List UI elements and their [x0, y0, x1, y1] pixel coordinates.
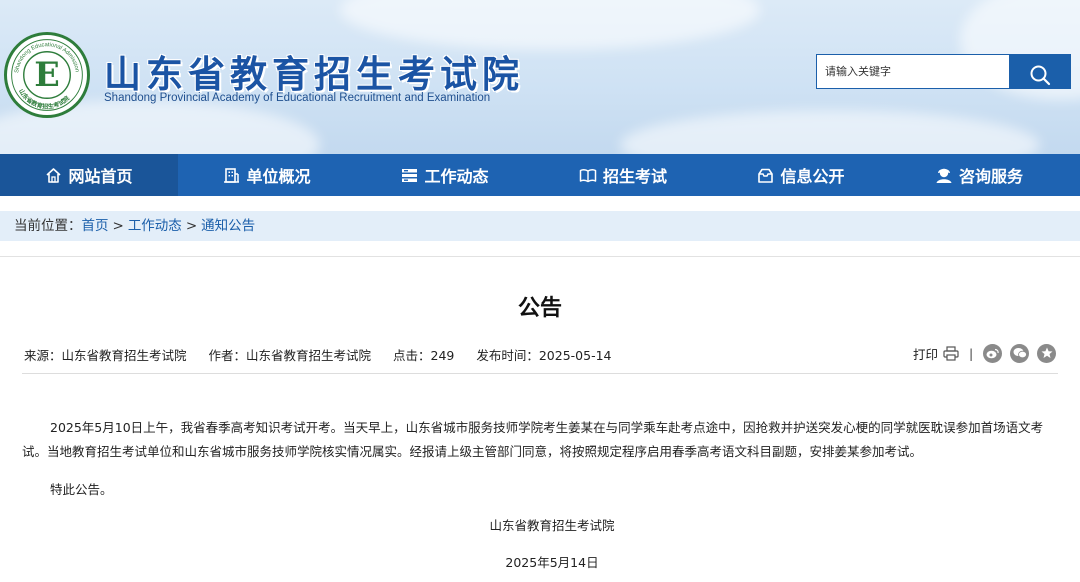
breadcrumb-separator: >: [112, 218, 124, 234]
nav-item-label: 单位概况: [246, 167, 311, 186]
breadcrumb-link-home[interactable]: 首页: [82, 218, 109, 234]
building-icon: [224, 167, 240, 183]
article-body: 2025年5月10日上午，我省春季高考知识考试开考。当天早上，山东省城市服务技师…: [22, 416, 1058, 464]
nav-item-consulting[interactable]: 咨询服务: [890, 154, 1068, 196]
site-header: Shandong Educational Admission & Examina…: [0, 0, 1080, 154]
home-icon: [46, 167, 62, 183]
breadcrumb-link-notices[interactable]: 通知公告: [201, 218, 255, 234]
nav-item-label: 信息公开: [780, 167, 845, 186]
site-logo[interactable]: Shandong Educational Admission & Examina…: [4, 32, 90, 118]
search-input[interactable]: [817, 55, 1009, 88]
news-list-icon: [402, 168, 418, 182]
favorite-button[interactable]: [1037, 343, 1057, 363]
nav-item-label: 招生考试: [602, 167, 667, 186]
search-icon: [1030, 65, 1051, 86]
article-date: 2025年5月14日: [505, 555, 599, 570]
header-cloud-decoration: [620, 110, 1040, 154]
favorite-icon: [1041, 347, 1053, 358]
share-weibo-button[interactable]: [983, 343, 1003, 363]
print-label: 打印: [913, 346, 939, 362]
site-subtitle: Shandong Provincial Academy of Education…: [104, 92, 491, 104]
breadcrumb-prefix: 当前位置：: [14, 218, 82, 234]
meta-author: 作者：山东省教育招生考试院: [208, 348, 372, 363]
meta-published: 发布时间：2025-05-14: [476, 348, 612, 363]
article-closing: 特此公告。: [50, 482, 113, 497]
search-box: [816, 54, 1071, 89]
printer-icon: [943, 345, 959, 361]
content-divider: [0, 256, 1080, 257]
main-nav: 网站首页 单位概况 工作动态 招生考试 信息公开 咨询服务: [0, 154, 1080, 196]
nav-item-disclosure[interactable]: 信息公开: [712, 154, 890, 196]
tools-separator: |: [969, 345, 974, 361]
site-title: 山东省教育招生考试院: [104, 53, 524, 96]
article-paragraph: 2025年5月10日上午，我省春季高考知识考试开考。当天早上，山东省城市服务技师…: [22, 420, 1044, 459]
search-button[interactable]: [1009, 54, 1071, 89]
weibo-icon: [986, 348, 999, 358]
nav-item-label: 工作动态: [424, 167, 489, 186]
logo-seal-graphic: Shandong Educational Admission & Examina…: [7, 35, 83, 111]
share-wechat-button[interactable]: [1010, 343, 1030, 363]
wechat-icon: [1013, 348, 1027, 359]
meta-divider: [22, 373, 1058, 374]
open-book-icon: [579, 168, 597, 182]
breadcrumb-separator: >: [185, 218, 198, 234]
article-tools: 打印 |: [913, 343, 1057, 363]
breadcrumb: 当前位置：首页 > 工作动态 > 通知公告: [0, 211, 1080, 241]
user-service-icon: [936, 168, 952, 183]
article-signature: 山东省教育招生考试院: [489, 518, 615, 533]
inbox-icon: [758, 168, 774, 183]
meta-clicks: 点击：249: [393, 348, 455, 363]
logo-letter: E: [34, 55, 60, 94]
nav-item-label: 咨询服务: [958, 167, 1023, 186]
nav-item-admission[interactable]: 招生考试: [534, 154, 712, 196]
header-cloud-decoration: [340, 0, 760, 50]
article-meta: 来源：山东省教育招生考试院 作者：山东省教育招生考试院 点击：249 发布时间：…: [24, 345, 630, 364]
nav-item-label: 网站首页: [68, 167, 133, 186]
nav-item-home[interactable]: 网站首页: [0, 154, 178, 196]
nav-item-about[interactable]: 单位概况: [178, 154, 356, 196]
print-button[interactable]: 打印: [913, 344, 959, 363]
article-title: 公告: [517, 296, 562, 321]
nav-item-news[interactable]: 工作动态: [356, 154, 534, 196]
meta-source: 来源：山东省教育招生考试院: [24, 348, 187, 363]
breadcrumb-link-news[interactable]: 工作动态: [128, 218, 182, 234]
